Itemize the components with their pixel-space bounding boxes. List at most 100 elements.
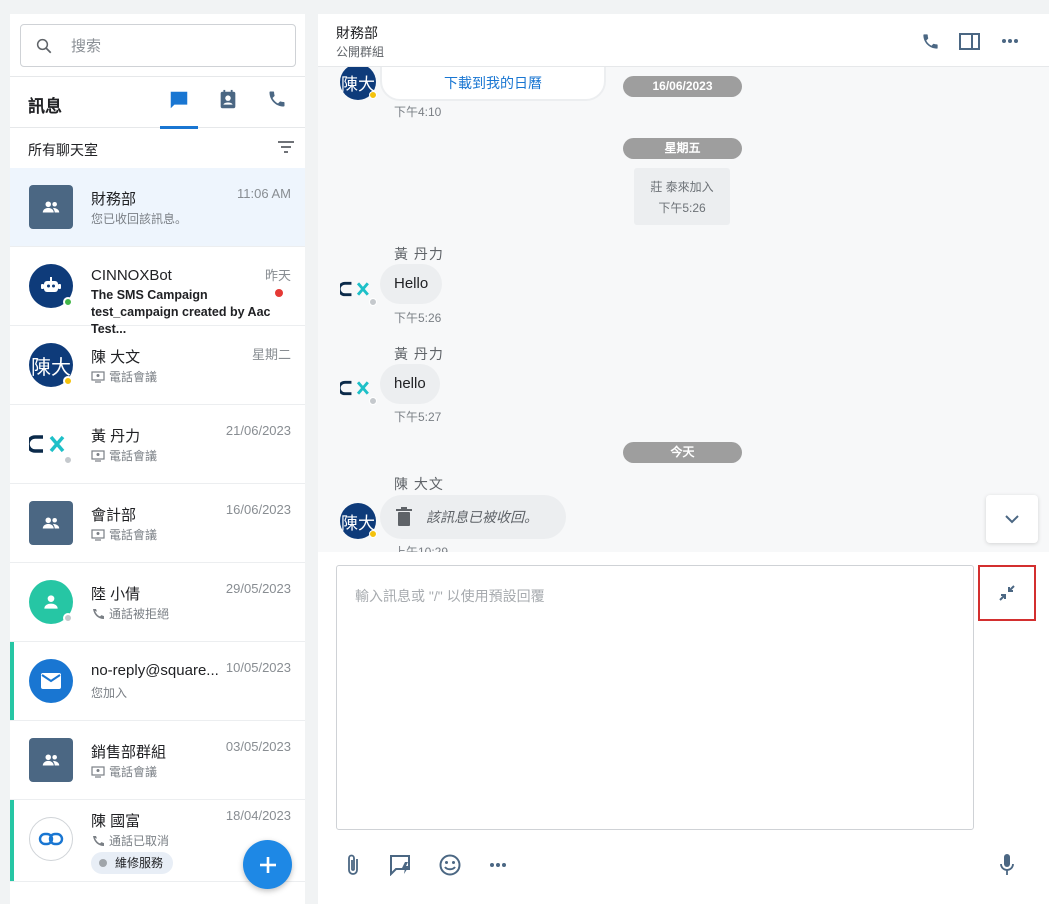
- collapse-icon: [999, 585, 1015, 601]
- unread-indicator: [275, 289, 283, 297]
- conversation-item[interactable]: 黃 丹力 21/06/2023 電話會議: [10, 405, 305, 484]
- conversation-time: 29/05/2023: [225, 581, 291, 596]
- tab-messages[interactable]: [160, 89, 198, 129]
- conversation-preview: 電話會議: [91, 526, 157, 543]
- person-icon: [44, 595, 58, 609]
- preview-text: 電話會議: [109, 370, 158, 384]
- conversation-item[interactable]: 會計部 16/06/2023 電話會議: [10, 484, 305, 563]
- microphone-icon: [1000, 854, 1014, 875]
- cx-logo-icon: [340, 380, 369, 396]
- conversation-preview: 電話會議: [91, 763, 157, 780]
- search-placeholder: 搜索: [71, 38, 102, 55]
- conversation-time: 18/04/2023: [225, 808, 291, 823]
- filter-label: 所有聊天室: [28, 142, 98, 158]
- conference-icon: [91, 449, 105, 462]
- side-panel-button[interactable]: [958, 30, 980, 52]
- conversation-time: 21/06/2023: [225, 423, 291, 438]
- more-options-button[interactable]: [999, 30, 1021, 52]
- preview-text: 電話會議: [109, 765, 158, 779]
- status-away: [63, 376, 73, 386]
- robot-icon: [41, 277, 61, 292]
- conversation-time: 星期二: [251, 347, 291, 362]
- message-bubble: Hello: [380, 264, 443, 304]
- conversation-item[interactable]: 陳大 陳 大文 星期二 電話會議: [10, 326, 305, 405]
- conversation-name: 財務部: [91, 191, 137, 208]
- sender-avatar: 陳大: [340, 503, 377, 539]
- message-time: 下午5:26: [394, 311, 442, 325]
- conversation-time: 16/06/2023: [225, 502, 291, 517]
- attach-button[interactable]: [338, 850, 368, 880]
- sender-name: 陳 大文: [394, 476, 444, 492]
- calendar-download-link[interactable]: 下載到我的日曆: [380, 67, 606, 101]
- conversation-time: 10/05/2023: [225, 660, 291, 675]
- link-icon: [38, 832, 64, 846]
- conversation-name: 陳 國富: [91, 813, 141, 830]
- group-avatar: [29, 185, 73, 229]
- status-away: [369, 530, 377, 538]
- date-separator: 今天: [623, 442, 742, 463]
- emoji-button[interactable]: [435, 850, 465, 880]
- status-offline: [369, 397, 377, 405]
- call-button[interactable]: [919, 30, 941, 52]
- sidebar-tabs: 訊息: [10, 76, 305, 129]
- message-bubble: hello: [380, 364, 440, 404]
- message-time: 下午5:27: [394, 410, 442, 424]
- sender-avatar: [340, 370, 377, 406]
- conversation-item[interactable]: 陸 小倩 29/05/2023 通話被拒絕: [10, 563, 305, 642]
- cx-logo-icon: [340, 281, 369, 297]
- conversation-item[interactable]: 財務部 11:06 AM 您已收回該訊息。: [10, 168, 305, 247]
- conversation-preview: 電話會議: [91, 447, 157, 464]
- group-avatar: [29, 738, 73, 782]
- plus-icon: [259, 856, 276, 873]
- more-tools-button[interactable]: [483, 850, 513, 880]
- call-rejected-icon: [93, 608, 104, 619]
- contacts-icon: [220, 89, 236, 109]
- conversation-time: 昨天: [264, 268, 291, 283]
- more-horizontal-icon: [490, 863, 506, 867]
- conversation-time: 03/05/2023: [225, 739, 291, 754]
- scroll-to-bottom-button[interactable]: [986, 495, 1038, 543]
- tab-calls[interactable]: [258, 89, 296, 127]
- new-conversation-button[interactable]: [243, 840, 292, 889]
- search-box[interactable]: 搜索: [20, 24, 296, 67]
- sidebar-title: 訊息: [28, 97, 62, 116]
- conversation-name: 銷售部群組: [91, 744, 167, 761]
- recalled-message: 該訊息已被收回。: [380, 495, 566, 539]
- system-message-time: 下午5:26: [658, 201, 706, 215]
- call-cancelled-icon: [93, 835, 104, 846]
- emoji-icon: [439, 854, 461, 876]
- conversation-preview: 您加入: [91, 686, 128, 700]
- conference-icon: [91, 528, 105, 541]
- voice-message-button[interactable]: [992, 850, 1022, 880]
- conversation-item[interactable]: CINNOXBot 昨天 The SMS Campaign test_campa…: [10, 247, 305, 336]
- conversation-preview: 通話被拒絕: [91, 605, 169, 622]
- chat-panel: 財務部 公開群組 陳大 下載到我的日曆 下午4:10 16/06/2023 星期…: [318, 14, 1049, 904]
- conversation-item[interactable]: no-reply@square... 10/05/2023 您加入: [10, 642, 305, 721]
- message-input[interactable]: 輸入訊息或 "/" 以使用預設回覆: [336, 565, 974, 830]
- conversation-name: no-reply@square...: [91, 662, 219, 679]
- tab-contacts[interactable]: [209, 89, 247, 127]
- service-tag: 維修服務: [91, 852, 174, 874]
- quick-reply-button[interactable]: [386, 850, 416, 880]
- collapse-composer-button[interactable]: [978, 565, 1036, 621]
- email-avatar: [29, 659, 73, 703]
- status-offline: [369, 298, 377, 306]
- link-avatar: [29, 817, 73, 861]
- message-time: 下午4:10: [394, 105, 442, 119]
- conversation-item[interactable]: 銷售部群組 03/05/2023 電話會議: [10, 721, 305, 800]
- conversation-name: 黃 丹力: [91, 428, 141, 445]
- chat-title: 財務部: [336, 25, 378, 41]
- mail-icon: [41, 673, 61, 689]
- quick-reply-icon: [390, 855, 410, 876]
- app-root: 搜索 訊息 所有聊天室 財務部 11:06 AM 您已收回該訊息。 CINNOX…: [0, 0, 1049, 904]
- system-message: 莊 泰來加入 下午5:26: [634, 168, 730, 225]
- conversation-name: CINNOXBot: [91, 267, 172, 284]
- sender-avatar: [340, 271, 377, 307]
- status-offline: [63, 455, 73, 465]
- preview-text: 電話會議: [109, 449, 158, 463]
- preview-text: 通話已取消: [109, 834, 170, 848]
- filter-icon[interactable]: [277, 140, 295, 154]
- system-message-text: 莊 泰來加入: [650, 180, 714, 194]
- message-list[interactable]: 陳大 下載到我的日曆 下午4:10 16/06/2023 星期五 莊 泰來加入 …: [318, 67, 1049, 552]
- group-avatar: [29, 501, 73, 545]
